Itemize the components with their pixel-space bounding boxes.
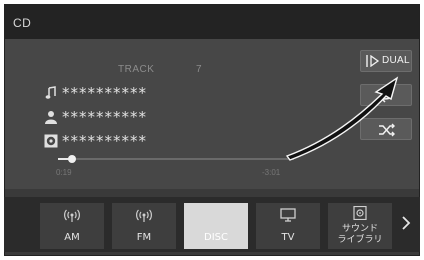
- elapsed-time: 0:19: [56, 168, 72, 177]
- disc-icon: [44, 134, 58, 148]
- tab-am[interactable]: AM: [40, 203, 104, 249]
- tab-sound-library[interactable]: サウンド ライブラリ: [328, 203, 392, 249]
- progress-bar[interactable]: [58, 155, 294, 163]
- shuffle-icon: [379, 123, 395, 137]
- label-line-2: ライブラリ: [337, 235, 383, 245]
- label-line-1: サウンド: [341, 224, 378, 234]
- dual-button[interactable]: DUAL: [360, 50, 412, 72]
- tab-disc-label: DISC: [204, 232, 228, 243]
- music-note-icon: [45, 86, 56, 99]
- app-title: CD: [13, 16, 32, 30]
- play-bar-icon: [366, 55, 380, 67]
- album-name: **********: [62, 132, 147, 150]
- track-number: 7: [196, 64, 202, 75]
- radio-wave-icon: [136, 209, 152, 222]
- tab-disc[interactable]: DISC: [184, 203, 248, 249]
- dual-label: DUAL: [382, 55, 410, 66]
- tab-am-label: AM: [64, 232, 80, 243]
- chevron-right-icon[interactable]: [400, 216, 412, 230]
- tab-fm[interactable]: FM: [112, 203, 176, 249]
- artist-name: **********: [62, 108, 147, 126]
- song-title: **********: [62, 84, 147, 102]
- tab-fm-label: FM: [136, 232, 152, 243]
- repeat-button[interactable]: [360, 84, 412, 106]
- tab-sound-library-label: サウンド ライブラリ: [328, 224, 392, 246]
- remaining-time: -3:01: [262, 168, 281, 177]
- shuffle-button[interactable]: [360, 118, 412, 140]
- track-label: TRACK: [118, 64, 155, 75]
- tab-tv-label: TV: [281, 232, 295, 243]
- source-tab-bar: AM FM DISC TV サウンド ライブラリ: [4, 197, 420, 252]
- sound-library-icon: [353, 206, 367, 220]
- person-icon: [45, 111, 57, 124]
- tv-icon: [280, 208, 296, 222]
- tab-tv[interactable]: TV: [256, 203, 320, 249]
- repeat-icon: [380, 91, 393, 103]
- title-bar: CD: [5, 5, 419, 39]
- radio-wave-icon: [64, 209, 80, 222]
